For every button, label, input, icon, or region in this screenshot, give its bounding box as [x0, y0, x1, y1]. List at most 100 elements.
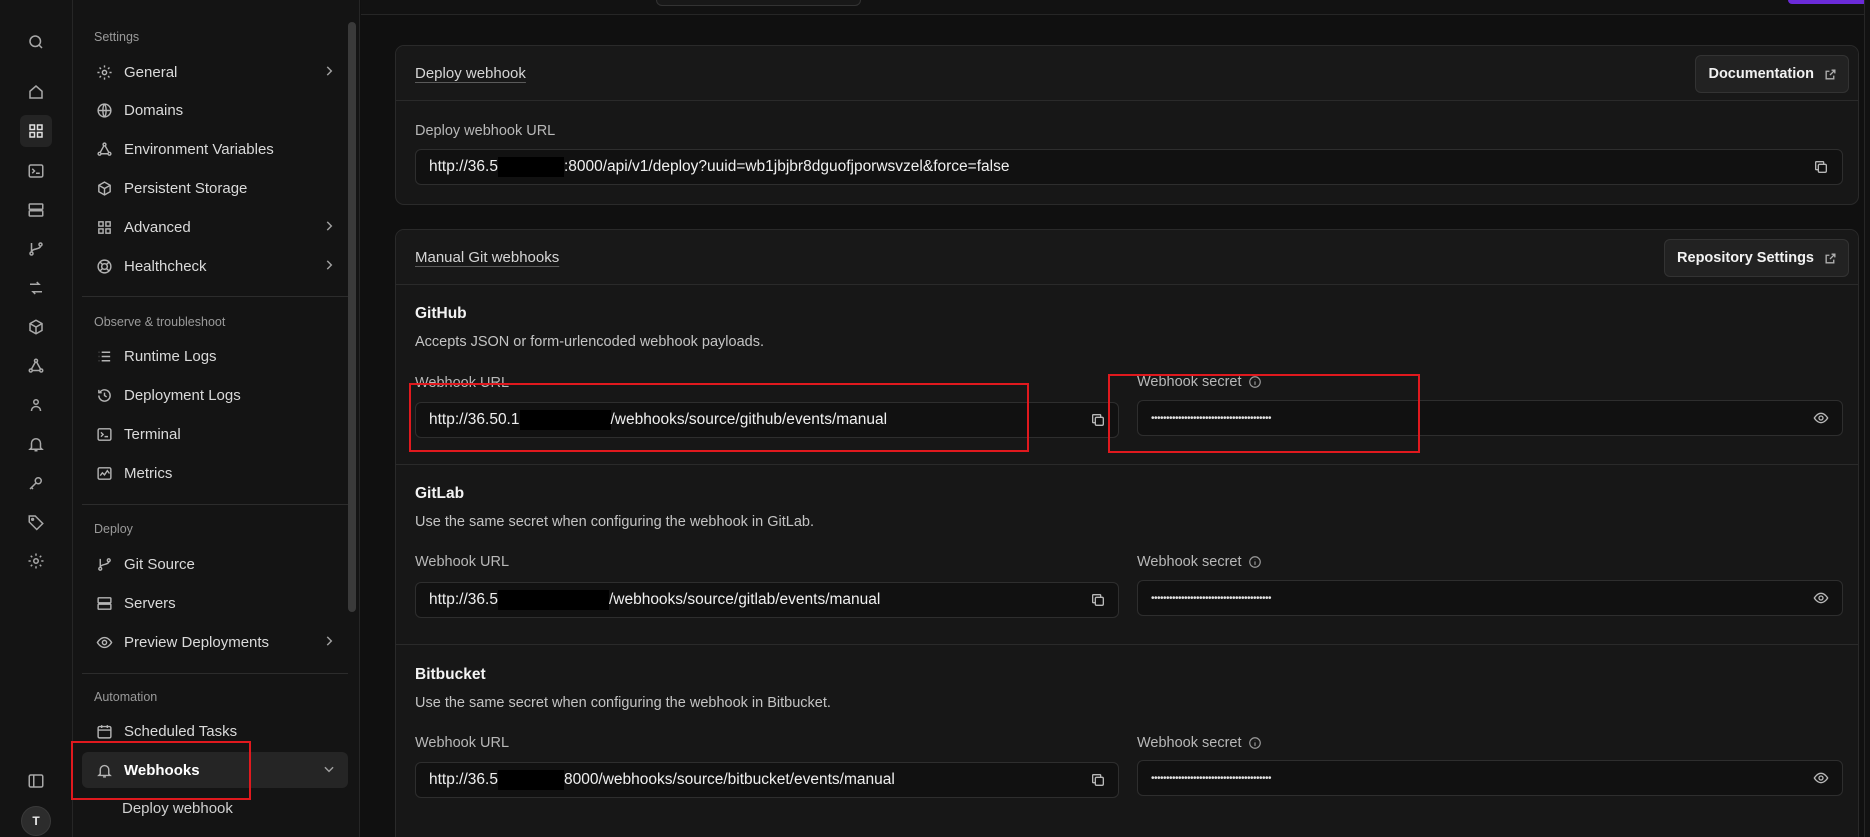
servers-icon[interactable]: [20, 194, 52, 226]
top-accent-button[interactable]: [1788, 0, 1870, 4]
external-link-icon: [1824, 68, 1837, 85]
label-text: Webhook secret: [1137, 735, 1242, 751]
deploy-webhook-url-field[interactable]: http://36.5:8000/api/v1/deploy?uuid=wb1j…: [415, 149, 1843, 185]
sidebar-toggle-icon[interactable]: [20, 765, 52, 797]
team-icon[interactable]: [20, 389, 52, 421]
label-text: Webhook secret: [1137, 554, 1242, 570]
globe-icon: [94, 100, 114, 120]
section-description: Use the same secret when configuring the…: [415, 695, 831, 711]
sidebar-item-persistent-storage[interactable]: Persistent Storage: [82, 170, 348, 206]
sidebar-item-label: General: [124, 63, 178, 81]
terminal-icon[interactable]: [20, 155, 52, 187]
page-scrollbar[interactable]: [1864, 0, 1870, 837]
grid-icon[interactable]: [20, 115, 52, 147]
deploy-webhook-card: Deploy webhook Documentation Deploy webh…: [395, 45, 1859, 205]
sidebar-item-label: Runtime Logs: [124, 347, 217, 365]
url-suffix: /webhooks/source/gitlab/events/manual: [608, 591, 881, 608]
copy-icon[interactable]: [1087, 589, 1109, 611]
triangle-icon[interactable]: [20, 350, 52, 382]
redaction-box: [497, 157, 564, 177]
highlight-box-webhook-secret: [1108, 374, 1420, 453]
copy-icon[interactable]: [1087, 769, 1109, 791]
sidebar-item-domains[interactable]: Domains: [82, 92, 348, 128]
history-icon: [94, 385, 114, 405]
key-icon[interactable]: [20, 467, 52, 499]
bitbucket-webhook-url-field[interactable]: http://36.5 8000/webhooks/source/bitbucke…: [415, 762, 1119, 798]
eye-icon[interactable]: [1810, 587, 1832, 609]
sidebar-item-metrics[interactable]: Metrics: [82, 455, 348, 491]
eye-icon[interactable]: [1810, 407, 1832, 429]
sidebar-item-label: Environment Variables: [124, 140, 274, 158]
section-label-settings: Settings: [94, 30, 140, 44]
chevron-right-icon: [322, 219, 336, 237]
url-suffix: 8000/webhooks/source/bitbucket/events/ma…: [563, 771, 895, 788]
sidebar-item-deployment-logs[interactable]: Deployment Logs: [82, 377, 348, 413]
card-header: Deploy webhook Documentation: [396, 46, 1858, 101]
copy-icon[interactable]: [1087, 409, 1109, 431]
url-prefix: http://36.5: [429, 591, 498, 608]
list-icon: [94, 346, 114, 366]
tag-icon[interactable]: [20, 506, 52, 538]
servers-icon: [94, 593, 114, 613]
redaction-box: [497, 770, 564, 790]
sidebar-item-label: Servers: [124, 594, 176, 612]
repository-settings-button[interactable]: Repository Settings: [1664, 239, 1849, 277]
gitlab-section: GitLab Use the same secret when configur…: [396, 464, 1858, 644]
sidebar-item-advanced[interactable]: Advanced: [82, 209, 348, 245]
eye-icon: [94, 632, 114, 652]
terminal-icon: [94, 424, 114, 444]
home-icon[interactable]: [20, 76, 52, 108]
info-icon[interactable]: [1248, 555, 1262, 569]
sidebar-item-git-source[interactable]: Git Source: [82, 546, 348, 582]
sidebar-item-servers[interactable]: Servers: [82, 585, 348, 621]
bitbucket-section: Bitbucket Use the same secret when confi…: [396, 644, 1858, 824]
eye-icon[interactable]: [1810, 767, 1832, 789]
webhook-secret-label: Webhook secret: [1137, 554, 1262, 570]
gear-icon[interactable]: [20, 545, 52, 577]
bell-icon[interactable]: [20, 428, 52, 460]
copy-icon[interactable]: [1810, 156, 1832, 178]
card-title[interactable]: Manual Git webhooks: [415, 249, 559, 266]
gitlab-webhook-url-field[interactable]: http://36.5/webhooks/source/gitlab/event…: [415, 582, 1119, 618]
info-icon[interactable]: [1248, 736, 1262, 750]
sidebar-subitem-deploy-webhook[interactable]: Deploy webhook: [122, 800, 233, 817]
secret-mask: ••••••••••••••••••••••••••••••••••••••••: [1151, 772, 1272, 784]
sidebar-item-general[interactable]: General: [82, 54, 348, 90]
gitlab-webhook-secret-field[interactable]: ••••••••••••••••••••••••••••••••••••••••: [1137, 580, 1843, 616]
sidebar-item-environment-variables[interactable]: Environment Variables: [82, 131, 348, 167]
sidebar-item-preview-deployments[interactable]: Preview Deployments: [82, 624, 348, 660]
sidebar-item-runtime-logs[interactable]: Runtime Logs: [82, 338, 348, 374]
routes-icon[interactable]: [20, 272, 52, 304]
sidebar-scrollbar[interactable]: [348, 22, 356, 612]
git-branch-icon[interactable]: [20, 233, 52, 265]
bitbucket-webhook-secret-field[interactable]: ••••••••••••••••••••••••••••••••••••••••: [1137, 760, 1843, 796]
highlight-box-webhook-url: [409, 383, 1029, 452]
icon-rail: T: [0, 0, 73, 837]
documentation-button[interactable]: Documentation: [1695, 55, 1849, 93]
lifebuoy-icon: [94, 256, 114, 276]
avatar[interactable]: T: [21, 806, 51, 836]
box-icon: [94, 178, 114, 198]
search-icon[interactable]: [20, 26, 52, 58]
sidebar-item-terminal[interactable]: Terminal: [82, 416, 348, 452]
section-description: Accepts JSON or form-urlencoded webhook …: [415, 334, 764, 350]
calendar-icon: [94, 721, 114, 741]
card-title[interactable]: Deploy webhook: [415, 65, 526, 82]
secret-mask: ••••••••••••••••••••••••••••••••••••••••: [1151, 592, 1272, 604]
chevron-right-icon: [322, 258, 336, 276]
sidebar-item-label: Terminal: [124, 425, 181, 443]
sidebar-item-healthcheck[interactable]: Healthcheck: [82, 248, 348, 284]
top-search-pill[interactable]: [656, 0, 861, 6]
section-title: Bitbucket: [415, 666, 486, 683]
box-icon[interactable]: [20, 311, 52, 343]
divider: [82, 296, 348, 297]
app-window: T Settings General Domains Environment V…: [0, 0, 1870, 837]
card-header: Manual Git webhooks Repository Settings: [396, 230, 1858, 285]
chevron-right-icon: [322, 64, 336, 82]
section-title: GitHub: [415, 305, 467, 322]
url-suffix: :8000/api/v1/deploy?uuid=wb1jbjbr8dguofj…: [563, 158, 1010, 175]
settings-sidebar: Settings General Domains Environment Var…: [73, 0, 360, 837]
section-label-automation: Automation: [94, 690, 158, 704]
webhook-url-label: Webhook URL: [415, 735, 510, 751]
sidebar-item-label: Deployment Logs: [124, 386, 241, 404]
